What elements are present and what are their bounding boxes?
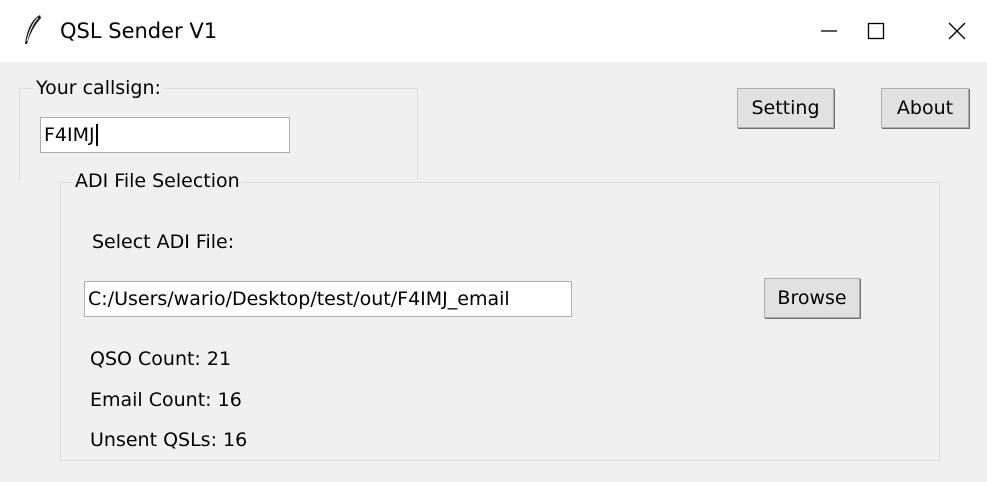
setting-button[interactable]: Setting [737,88,834,128]
app-window: QSL Sender V1 Your callsign: F4IMJ Setti… [0,0,987,482]
maximize-button[interactable] [846,0,906,62]
close-button[interactable] [927,0,987,62]
adi-file-path-input[interactable]: C:/Users/wario/Desktop/test/out/F4IMJ_em… [84,281,572,317]
adi-file-path-value: C:/Users/wario/Desktop/test/out/F4IMJ_em… [88,288,510,310]
adi-group-label: ADI File Selection [73,169,242,193]
browse-button[interactable]: Browse [764,278,860,318]
adi-file-selection-group [60,182,940,461]
callsign-input[interactable]: F4IMJ [40,117,290,153]
about-button[interactable]: About [881,88,969,128]
feather-icon [25,15,41,44]
close-icon [948,22,966,40]
window-title: QSL Sender V1 [60,19,218,43]
select-adi-label: Select ADI File: [92,231,235,253]
unsent-qsls-text: Unsent QSLs: 16 [90,429,248,451]
maximize-icon [867,22,885,40]
callsign-value: F4IMJ [44,124,95,146]
email-count-text: Email Count: 16 [90,389,242,411]
minimize-icon [821,30,837,32]
qso-count-text: QSO Count: 21 [90,348,232,370]
text-caret [95,124,98,146]
title-bar[interactable]: QSL Sender V1 [0,0,987,62]
callsign-label: Your callsign: [34,76,163,100]
